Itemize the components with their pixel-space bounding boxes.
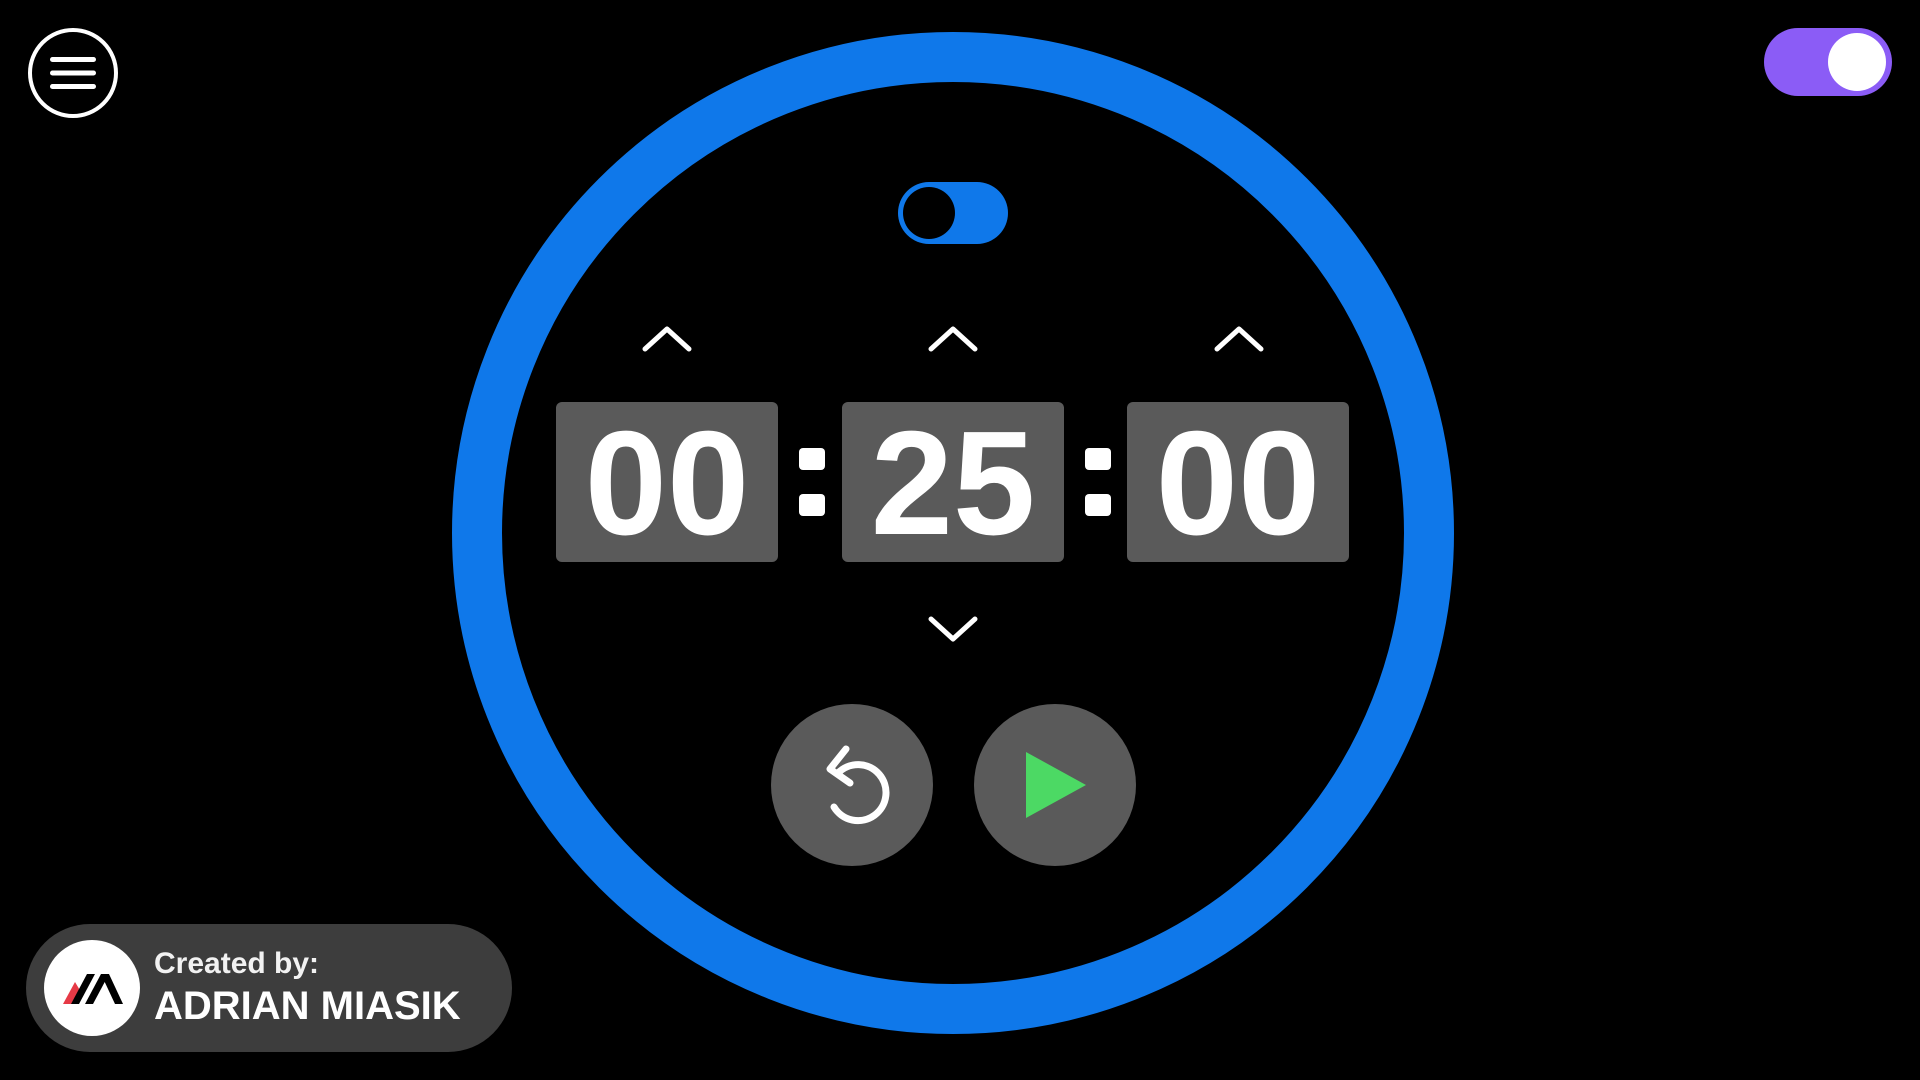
seconds-up-button[interactable] xyxy=(1209,318,1269,358)
seconds-value: 00 xyxy=(1155,401,1321,566)
seconds-display[interactable]: 00 xyxy=(1127,402,1349,562)
hours-up-button[interactable] xyxy=(637,318,697,358)
hours-value: 00 xyxy=(584,401,750,566)
time-separator xyxy=(799,448,825,516)
minutes-up-button[interactable] xyxy=(923,318,983,358)
chevron-up-icon xyxy=(928,326,978,352)
credit-name: ADRIAN MIASIK xyxy=(154,984,461,1028)
menu-button[interactable] xyxy=(28,28,118,118)
theme-toggle[interactable] xyxy=(1764,28,1892,96)
minutes-down-button[interactable] xyxy=(923,610,983,650)
hamburger-menu-icon xyxy=(50,57,96,89)
credit-text: Created by: ADRIAN MIASIK xyxy=(154,946,461,1030)
minutes-display[interactable]: 25 xyxy=(842,402,1064,562)
mode-toggle-knob xyxy=(903,187,955,239)
mode-toggle[interactable] xyxy=(898,182,1008,244)
chevron-up-icon xyxy=(642,326,692,352)
credit-badge[interactable]: Created by: ADRIAN MIASIK xyxy=(26,924,512,1052)
play-icon xyxy=(1026,752,1086,818)
minutes-value: 25 xyxy=(870,401,1036,566)
hours-display[interactable]: 00 xyxy=(556,402,778,562)
theme-toggle-knob xyxy=(1828,33,1886,91)
credit-label: Created by: xyxy=(154,947,320,980)
time-separator xyxy=(1085,448,1111,516)
reset-button[interactable] xyxy=(771,704,933,866)
chevron-down-icon xyxy=(928,616,978,642)
reset-icon xyxy=(826,745,890,825)
play-button[interactable] xyxy=(974,704,1136,866)
am-logo-icon xyxy=(44,940,140,1036)
chevron-up-icon xyxy=(1214,326,1264,352)
